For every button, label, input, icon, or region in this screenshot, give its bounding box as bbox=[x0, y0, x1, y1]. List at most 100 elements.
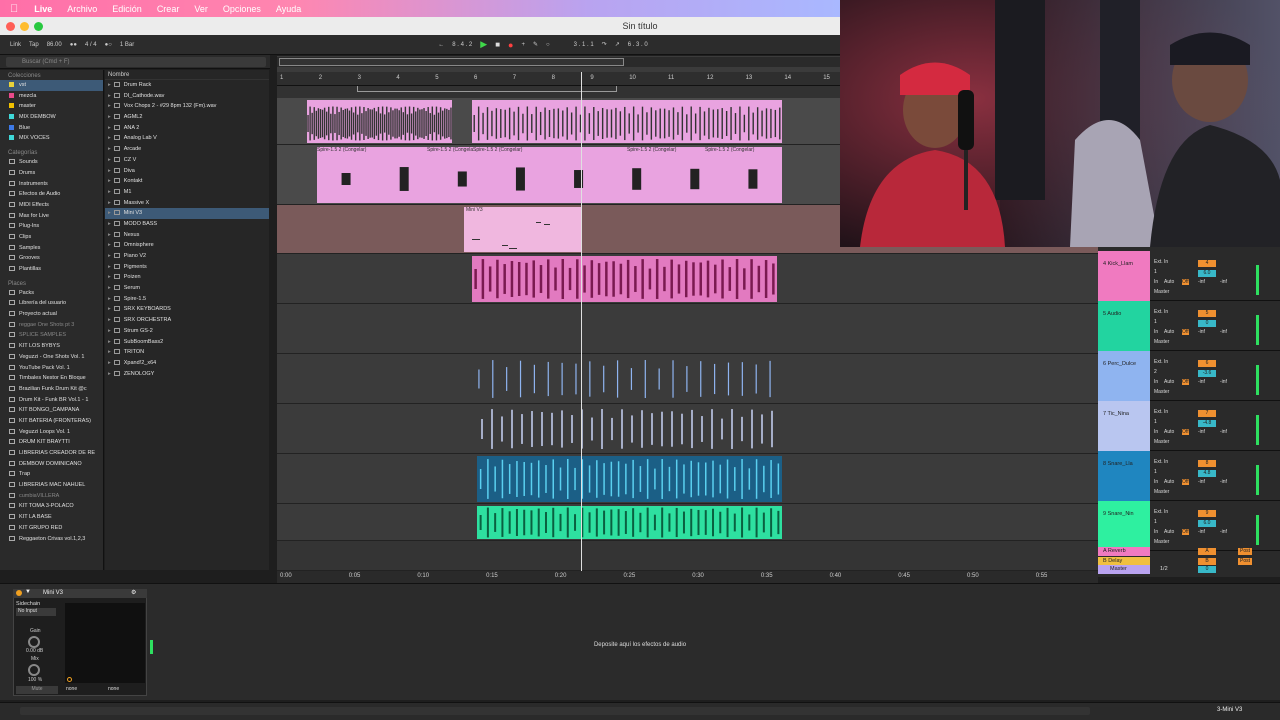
browser-item[interactable]: ▸ Arcade bbox=[105, 144, 269, 155]
quantize-menu[interactable]: 1 Bar bbox=[120, 42, 134, 48]
menu-app[interactable]: Live bbox=[34, 4, 52, 14]
monitor-in[interactable]: In bbox=[1154, 379, 1158, 385]
output-select[interactable]: Master bbox=[1154, 389, 1169, 395]
volume-field[interactable]: -3.6 bbox=[1198, 370, 1216, 377]
expand-arrow-icon[interactable]: ▸ bbox=[108, 135, 111, 141]
output-select[interactable]: Master bbox=[1154, 489, 1169, 495]
monitor-in[interactable]: In bbox=[1154, 329, 1158, 335]
expand-arrow-icon[interactable]: ▸ bbox=[108, 200, 111, 206]
tap-button[interactable]: Tap bbox=[29, 42, 39, 48]
track-lane-snare-lla[interactable] bbox=[277, 454, 1098, 504]
capture-icon[interactable]: ○ bbox=[546, 42, 550, 48]
monitor-auto[interactable]: Auto bbox=[1164, 529, 1174, 535]
track-number-button[interactable]: 7 bbox=[1198, 410, 1216, 417]
expand-arrow-icon[interactable]: ▸ bbox=[108, 253, 111, 259]
expand-arrow-icon[interactable]: ▸ bbox=[108, 157, 111, 163]
monitor-off[interactable]: Off bbox=[1182, 279, 1189, 285]
expand-arrow-icon[interactable]: ▸ bbox=[108, 360, 111, 366]
kick-clip[interactable] bbox=[472, 256, 777, 302]
collection-item[interactable]: Blue bbox=[0, 123, 103, 134]
input-type-select[interactable]: Ext. In bbox=[1154, 409, 1168, 415]
input-channel-select[interactable]: 1 bbox=[1154, 469, 1157, 475]
expand-arrow-icon[interactable]: ▸ bbox=[108, 210, 111, 216]
expand-arrow-icon[interactable]: ▸ bbox=[108, 371, 111, 377]
volume-field[interactable]: 6.0 bbox=[1198, 520, 1216, 527]
play-button[interactable]: ▶ bbox=[480, 39, 487, 50]
browser-item[interactable]: ▸ Diva bbox=[105, 166, 269, 177]
snare-lla-clip[interactable] bbox=[477, 456, 782, 502]
browser-item[interactable]: ▸ TRITON bbox=[105, 347, 269, 358]
expand-arrow-icon[interactable]: ▸ bbox=[108, 285, 111, 291]
input-channel-select[interactable]: 1 bbox=[1154, 419, 1157, 425]
audio-clip[interactable] bbox=[307, 100, 452, 143]
master-volume-field[interactable]: 0 bbox=[1198, 566, 1216, 573]
track-header[interactable]: 7 Tic_Nina bbox=[1098, 401, 1150, 451]
collection-item[interactable]: MIX VOCES bbox=[0, 133, 103, 144]
stop-button[interactable]: ■ bbox=[495, 40, 500, 49]
loop-length-field[interactable]: 6 . 3 . 0 bbox=[628, 42, 648, 48]
volume-field[interactable]: 0 bbox=[1198, 320, 1216, 327]
place-item[interactable]: LIBRERIAS CREADOR DE RE bbox=[0, 448, 103, 459]
place-item[interactable]: Brazilian Funk Drum Kit @c bbox=[0, 384, 103, 395]
apple-menu-icon[interactable]:  bbox=[10, 3, 18, 15]
browser-item[interactable]: ▸ SRX KEYBOARDS bbox=[105, 304, 269, 315]
input-type-select[interactable]: Ext. In bbox=[1154, 259, 1168, 265]
monitor-off[interactable]: Off bbox=[1182, 529, 1189, 535]
browser-item[interactable]: ▸ Mini V3 bbox=[105, 208, 269, 219]
place-item[interactable]: Drum Kit - Funk BR Vol.1 - 1 bbox=[0, 395, 103, 406]
expand-arrow-icon[interactable]: ▸ bbox=[108, 306, 111, 312]
spire-clip[interactable]: Spire-1.5 2 (Congelar) Spire-1.5 2 (Cong… bbox=[317, 147, 782, 203]
zoom-window-button[interactable] bbox=[34, 21, 43, 31]
place-item[interactable]: KIT LOS BYBYS bbox=[0, 341, 103, 352]
browser-item[interactable]: ▸ Massive X bbox=[105, 198, 269, 209]
browser-item[interactable]: ▸ SubBoomBass2 bbox=[105, 337, 269, 348]
gain-knob[interactable] bbox=[28, 636, 40, 648]
browser-item[interactable]: ▸ Spire-1.5 bbox=[105, 294, 269, 305]
monitor-auto[interactable]: Auto bbox=[1164, 429, 1174, 435]
expand-arrow-icon[interactable]: ▸ bbox=[108, 93, 111, 99]
place-item[interactable]: Librería del usuario bbox=[0, 298, 103, 309]
browser-item[interactable]: ▸ AGML2 bbox=[105, 112, 269, 123]
sidechain-none-2[interactable]: none bbox=[108, 686, 119, 692]
minimize-window-button[interactable] bbox=[20, 21, 29, 31]
category-item[interactable]: Efectos de Audio bbox=[0, 189, 103, 200]
follow-icon[interactable]: ← bbox=[438, 42, 444, 48]
browser-item[interactable]: ▸ Poizen bbox=[105, 272, 269, 283]
output-select[interactable]: Master bbox=[1154, 339, 1169, 345]
browser-item[interactable]: ▸ ZENOLOGY bbox=[105, 369, 269, 380]
place-item[interactable]: cumbiaVILLERA bbox=[0, 491, 103, 502]
monitor-off[interactable]: Off bbox=[1182, 329, 1189, 335]
place-item[interactable]: Veguzzi - One Shots Vol. 1 bbox=[0, 352, 103, 363]
return-lanes[interactable] bbox=[277, 541, 1098, 571]
browser-item[interactable]: ▸ M1 bbox=[105, 187, 269, 198]
expand-arrow-icon[interactable]: ▸ bbox=[108, 178, 111, 184]
sidechain-none-1[interactable]: none bbox=[66, 686, 77, 692]
envelope-display[interactable] bbox=[65, 603, 145, 683]
volume-field[interactable]: 6.0 bbox=[1198, 270, 1216, 277]
input-type-select[interactable]: Ext. In bbox=[1154, 309, 1168, 315]
device-settings-icon[interactable]: ⚙ bbox=[131, 589, 136, 596]
category-item[interactable]: Drums bbox=[0, 168, 103, 179]
post-button[interactable]: Post bbox=[1238, 558, 1252, 565]
browser-item[interactable]: ▸ Strum GS-2 bbox=[105, 326, 269, 337]
position-field[interactable]: 8 . 4 . 2 bbox=[452, 42, 472, 48]
place-item[interactable]: KIT GRUPO RED bbox=[0, 523, 103, 534]
monitor-auto[interactable]: Auto bbox=[1164, 379, 1174, 385]
menu-edicion[interactable]: Edición bbox=[112, 4, 142, 14]
browser-item[interactable]: ▸ ANA 2 bbox=[105, 123, 269, 134]
track-lane-audio[interactable] bbox=[277, 304, 1098, 354]
track-number-button[interactable]: 6 bbox=[1198, 360, 1216, 367]
output-select[interactable]: Master bbox=[1154, 289, 1169, 295]
menu-ver[interactable]: Ver bbox=[194, 4, 208, 14]
place-item[interactable]: Veguzzi Loops Vol. 1 bbox=[0, 427, 103, 438]
overview-bar[interactable] bbox=[277, 57, 840, 67]
place-item[interactable]: DEMBOW DOMINICANO bbox=[0, 459, 103, 470]
mute-button[interactable]: Mute bbox=[16, 686, 58, 694]
place-item[interactable]: Timbales Nestor En Bloque bbox=[0, 373, 103, 384]
input-type-select[interactable]: Ext. In bbox=[1154, 509, 1168, 515]
track-number-button[interactable]: 5 bbox=[1198, 310, 1216, 317]
browser-item[interactable]: ▸ Xpand!2_x64 bbox=[105, 358, 269, 369]
expand-arrow-icon[interactable]: ▸ bbox=[108, 168, 111, 174]
place-item[interactable]: KIT TOMA 3-POLACO bbox=[0, 501, 103, 512]
expand-arrow-icon[interactable]: ▸ bbox=[108, 349, 111, 355]
